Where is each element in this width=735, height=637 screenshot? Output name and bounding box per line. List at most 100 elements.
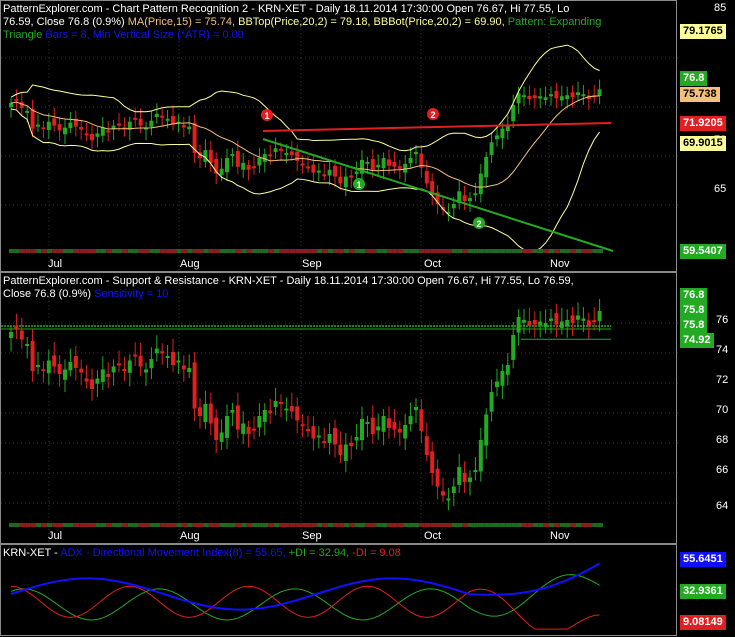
volume-bar: [289, 249, 296, 253]
candle-body: [122, 368, 127, 371]
candle-body: [19, 330, 24, 340]
candle-body: [273, 148, 278, 153]
candle-body: [511, 105, 516, 122]
candle-body: [252, 166, 256, 169]
volume-bar: [90, 523, 96, 527]
volume-bar: [387, 523, 393, 527]
volume-bar: [19, 523, 26, 527]
volume-bar: [435, 249, 441, 253]
header-pattern: Pattern: Expanding: [507, 16, 602, 28]
pattern-recognition-pane: 1 2 1 2 PatternExplorer.com - Chart Pattern…: [0, 0, 735, 273]
volume-bar: [230, 249, 236, 253]
candle-body: [187, 126, 192, 130]
candle-body: [522, 95, 526, 98]
candle-body: [468, 198, 472, 202]
candle-body: [505, 365, 510, 375]
volume-bar: [208, 523, 215, 527]
volume-bar: [295, 249, 301, 253]
volume-bar: [322, 249, 328, 253]
candle-body: [441, 491, 445, 496]
candle-body: [397, 428, 402, 433]
candle-body: [41, 369, 46, 372]
volume-bar: [495, 249, 501, 253]
candle-body: [311, 426, 316, 439]
volume-bar: [154, 523, 161, 527]
price-tag-close: 76.8: [680, 71, 708, 86]
sr-tag-level: 75.8: [680, 318, 708, 333]
candle-body: [198, 407, 202, 416]
volume-bar: [138, 523, 144, 527]
candle-body: [176, 360, 181, 363]
volume-bar: [338, 249, 344, 253]
volume-bar: [430, 249, 436, 253]
volume-bar: [500, 523, 506, 527]
candle-body: [349, 175, 354, 178]
volume-bar: [414, 249, 420, 253]
volume-bar: [343, 523, 350, 527]
volume-bar: [586, 523, 593, 527]
candle-body: [36, 124, 40, 127]
candle-body: [597, 89, 602, 97]
sr-plot-area[interactable]: [0, 272, 678, 545]
header-bbbot: BBBot(Price,20,2) = 69.90,: [373, 16, 508, 28]
candle-body: [257, 157, 262, 166]
volume-bar: [538, 523, 544, 527]
candle-body: [451, 486, 456, 493]
candle-body: [165, 356, 170, 358]
volume-bar: [63, 523, 69, 527]
price-tag-resistance: 71.9205: [680, 116, 726, 131]
candle-body: [554, 90, 559, 99]
candle-body: [538, 321, 543, 326]
candle-body: [586, 320, 591, 326]
volume-bar: [133, 249, 139, 253]
volume-bar: [252, 523, 258, 527]
candle-body: [300, 163, 305, 166]
candle-body: [392, 422, 397, 430]
volume-bar: [225, 249, 231, 253]
header-bars: Bars = 8, Min Vertical Size (*ATR) = 0.0…: [45, 29, 244, 41]
volume-bar: [68, 249, 74, 253]
mdi-line: [10, 585, 600, 630]
x-label-aug: Aug: [180, 258, 200, 270]
candle-body: [117, 123, 121, 126]
volume-bar: [397, 249, 404, 253]
volume-bar: [230, 523, 236, 527]
volume-bar: [273, 523, 279, 527]
volume-bar: [127, 249, 134, 253]
candle-body: [230, 410, 235, 413]
volume-bar: [262, 523, 269, 527]
candle-body: [516, 317, 521, 333]
candle-body: [235, 151, 240, 167]
candle-body: [149, 359, 154, 369]
volume-bar: [532, 523, 539, 527]
volume-bar: [187, 523, 193, 527]
volume-bar: [117, 523, 123, 527]
y-tick: 76: [716, 314, 729, 326]
volume-bar: [203, 249, 209, 253]
volume-bar: [457, 249, 463, 253]
volume-bar: [527, 523, 533, 527]
x-label-oct: Oct: [424, 258, 442, 270]
candle-body: [127, 360, 132, 373]
volume-bar: [505, 249, 512, 253]
volume-bar: [100, 249, 107, 253]
candle-body: [554, 313, 559, 325]
header-bbtop: BBTop(Price,20,2) = 79.18,: [238, 16, 374, 28]
candle-body: [570, 315, 575, 323]
candle-body: [262, 410, 267, 422]
volume-bar: [392, 523, 398, 527]
candle-body: [219, 168, 224, 175]
volume-bar: [538, 249, 544, 253]
y-tick: 66: [716, 464, 729, 476]
candle-body: [322, 441, 327, 444]
volume-bar: [554, 249, 560, 253]
volume-bar: [441, 523, 447, 527]
volume-bar: [354, 249, 360, 253]
header-text: PatternExplorer.com - Chart Pattern Reco…: [3, 3, 570, 15]
x-label-nov: Nov: [550, 530, 570, 542]
volume-bar: [165, 249, 171, 253]
candle-body: [106, 130, 111, 133]
volume-bar: [84, 523, 90, 527]
candle-body: [403, 163, 408, 173]
volume-bar: [349, 249, 355, 253]
